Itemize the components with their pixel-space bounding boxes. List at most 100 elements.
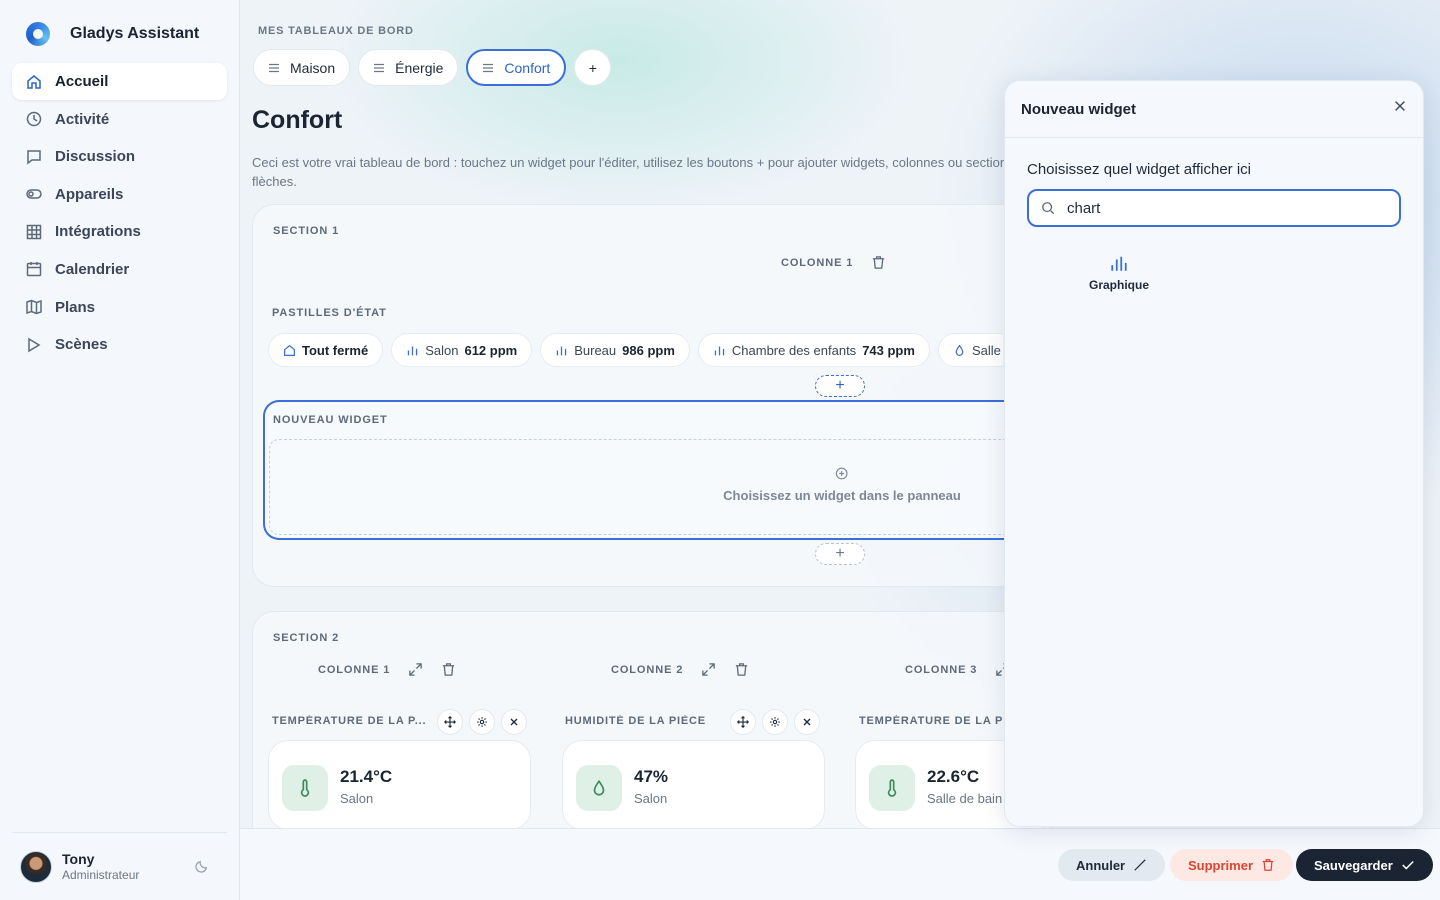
section-1-column-1-header: COLONNE 1: [781, 255, 886, 270]
sidebar-item-label: Scènes: [55, 336, 108, 354]
plus-circle-icon: [836, 467, 848, 480]
card-room: Salon: [340, 791, 374, 806]
settings-button[interactable]: [762, 709, 788, 735]
gear-icon: [477, 717, 487, 727]
tab-label: Confort: [504, 59, 551, 76]
sidebar-item-scenes[interactable]: Scènes: [12, 326, 227, 363]
trash-icon: [1262, 859, 1274, 871]
add-widget-button[interactable]: +: [815, 543, 865, 565]
sidebar-item-label: Plans: [55, 298, 96, 316]
bar-chart-icon: [1111, 256, 1127, 271]
sidebar-nav: Accueil Activité Discussion Appareils In…: [12, 63, 227, 364]
status-pill[interactable]: Bureau 986 ppm: [540, 333, 690, 367]
gladys-logo-icon: [26, 22, 50, 46]
sidebar: Gladys Assistant Accueil Activité Discus…: [0, 0, 240, 900]
add-dashboard-button[interactable]: +: [574, 49, 612, 86]
panel-question: Choisissez quel widget afficher ici: [1027, 161, 1251, 178]
panel-title: Nouveau widget: [1005, 81, 1423, 138]
pill-label: Bureau: [574, 342, 617, 358]
chat-icon: [27, 149, 41, 165]
widget-tools: [730, 709, 820, 735]
edit-actions-bar: Annuler Supprimer Sauvegarder: [240, 828, 1440, 900]
close-icon: [510, 718, 518, 726]
brand[interactable]: Gladys Assistant: [26, 22, 199, 46]
status-pill[interactable]: Salon 612 ppm: [391, 333, 533, 367]
column-label: COLONNE 1: [781, 256, 854, 269]
expand-icon[interactable]: [701, 662, 716, 677]
moon-icon[interactable]: [195, 859, 209, 873]
card-value: 47%: [634, 767, 669, 786]
sidebar-item-integrations[interactable]: Intégrations: [12, 213, 227, 250]
remove-widget-button[interactable]: [501, 709, 527, 735]
add-widget-button[interactable]: +: [815, 375, 865, 397]
menu-icon: [483, 63, 494, 72]
trash-icon[interactable]: [871, 255, 886, 270]
cancel-button[interactable]: Annuler: [1058, 849, 1166, 881]
save-button[interactable]: Sauvegarder: [1296, 849, 1433, 881]
dashboards-eyebrow: MES TABLEAUX DE BORD: [258, 25, 414, 37]
menu-icon: [269, 63, 279, 72]
tab-confort[interactable]: Confort: [466, 49, 567, 86]
toggle-icon: [26, 189, 42, 200]
delete-button[interactable]: Supprimer: [1170, 849, 1294, 881]
new-widget-slot[interactable]: NOUVEAU WIDGET Choisissez un widget dans…: [263, 400, 1029, 540]
description-line: Ceci est votre vrai tableau de bord : to…: [252, 155, 1012, 170]
status-pill[interactable]: Chambre des enfants 743 ppm: [697, 333, 930, 367]
tab-label: Maison: [290, 59, 336, 76]
trash-icon[interactable]: [441, 662, 456, 677]
card-value: 22.6°C: [927, 767, 980, 786]
button-label: Sauvegarder: [1314, 857, 1393, 873]
move-button[interactable]: [730, 709, 756, 735]
column-label: COLONNE 1: [318, 663, 391, 676]
dashboard-tabs: Maison Énergie Confort +: [253, 49, 612, 86]
page-description: Ceci est votre vrai tableau de bord : to…: [252, 153, 1012, 191]
widget-option-label: Graphique: [1088, 278, 1149, 292]
expand-icon[interactable]: [408, 662, 423, 677]
settings-button[interactable]: [469, 709, 495, 735]
pill-value: 612 ppm: [464, 342, 518, 358]
close-icon[interactable]: [1393, 99, 1407, 113]
button-label: Supprimer: [1188, 857, 1254, 873]
new-widget-panel: Nouveau widget Choisissez quel widget af…: [1004, 80, 1424, 827]
sidebar-item-plans[interactable]: Plans: [12, 289, 227, 326]
pencil-icon: [1134, 859, 1146, 871]
user-profile[interactable]: Tony Administrateur: [12, 832, 227, 900]
temperature-card[interactable]: 21.4°C Salon: [268, 740, 531, 830]
tab-maison[interactable]: Maison: [253, 49, 351, 86]
widget-option-graphique[interactable]: Graphique: [1073, 255, 1165, 292]
card-room: Salle de bain: [927, 791, 1003, 806]
user-role: Administrateur: [62, 868, 140, 882]
pill-label: Salle: [971, 342, 1001, 358]
widget-search-input[interactable]: [1067, 199, 1387, 217]
bar-chart-icon: [557, 345, 567, 355]
drop-icon: [576, 765, 622, 811]
section-2-column-2-header: COLONNE 2: [611, 662, 749, 677]
button-label: Annuler: [1076, 857, 1126, 873]
new-widget-hint: Choisissez un widget dans le panneau: [723, 467, 961, 503]
sidebar-item-activite[interactable]: Activité: [12, 101, 227, 138]
humidity-card[interactable]: 47% Salon: [562, 740, 825, 830]
gear-icon: [770, 717, 780, 727]
sidebar-item-appareils[interactable]: Appareils: [12, 176, 227, 213]
sidebar-item-label: Discussion: [55, 148, 136, 166]
sidebar-item-label: Calendrier: [55, 260, 130, 278]
status-pill[interactable]: Salle: [937, 333, 1003, 367]
clock-icon: [26, 111, 42, 127]
close-icon: [803, 718, 811, 726]
sidebar-item-calendrier[interactable]: Calendrier: [12, 251, 227, 288]
grid-icon: [26, 224, 42, 240]
move-button[interactable]: [437, 709, 463, 735]
section-1-label: SECTION 1: [273, 225, 340, 237]
menu-icon: [374, 63, 385, 72]
tab-energie[interactable]: Énergie: [358, 49, 459, 86]
status-pills: Tout fermé Salon 612 ppm Bureau 986 ppm …: [268, 333, 1003, 367]
drop-icon: [955, 344, 964, 356]
page-title: Confort: [252, 106, 343, 134]
trash-icon[interactable]: [734, 662, 749, 677]
sidebar-item-label: Appareils: [55, 185, 124, 203]
sidebar-item-discussion[interactable]: Discussion: [12, 138, 227, 175]
remove-widget-button[interactable]: [794, 709, 820, 735]
status-pill[interactable]: Tout fermé: [268, 333, 384, 367]
sidebar-item-accueil[interactable]: Accueil: [12, 63, 227, 100]
bar-chart-icon: [714, 345, 725, 355]
